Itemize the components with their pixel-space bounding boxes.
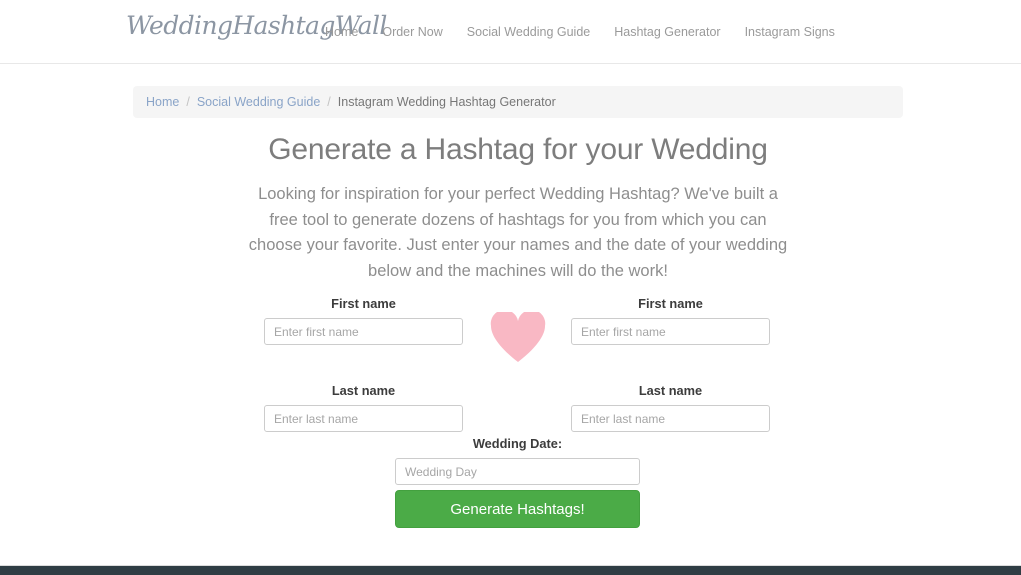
main-content: Generate a Hashtag for your Wedding Look… (133, 130, 903, 284)
nav-item-order-now[interactable]: Order Now (370, 24, 454, 40)
breadcrumb-item-current: Instagram Wedding Hashtag Generator (337, 95, 556, 109)
wedding-date-label: Wedding Date: (472, 436, 563, 451)
breadcrumb-item-home[interactable]: Home (146, 95, 179, 109)
partner-two-first-name-input[interactable] (571, 318, 770, 345)
partner-one-last-name-input[interactable] (264, 405, 463, 432)
partner-one-last-name-field: Last name (264, 383, 463, 432)
partner-one-first-name-input[interactable] (264, 318, 463, 345)
partner-one-first-name-field: First name (264, 296, 463, 345)
site-header: WeddingHashtagWall Home Order Now Social… (0, 0, 1021, 64)
heart-icon (482, 308, 554, 368)
partner-two-column: First name Last name (571, 296, 770, 432)
partner-two-last-name-label: Last name (638, 383, 703, 398)
breadcrumb-item-social-wedding-guide[interactable]: Social Wedding Guide (197, 95, 320, 109)
footer-strip (0, 566, 1021, 575)
partner-two-first-name-field: First name (571, 296, 770, 345)
partner-one-last-name-label: Last name (331, 383, 396, 398)
wedding-date-input[interactable] (395, 458, 640, 485)
partner-two-last-name-input[interactable] (571, 405, 770, 432)
partner-one-column: First name Last name (264, 296, 463, 432)
page-description: Looking for inspiration for your perfect… (248, 185, 788, 280)
breadcrumb: Home / Social Wedding Guide / Instagram … (133, 86, 903, 118)
generate-hashtags-button[interactable]: Generate Hashtags! (395, 490, 640, 528)
breadcrumb-separator: / (186, 95, 190, 109)
nav-item-hashtag-generator[interactable]: Hashtag Generator (602, 24, 732, 40)
page-root: WeddingHashtagWall Home Order Now Social… (0, 0, 1021, 575)
submit-row: Generate Hashtags! (395, 490, 640, 528)
wedding-date-field: Wedding Date: (395, 436, 640, 485)
header-inner: WeddingHashtagWall Home Order Now Social… (0, 0, 1021, 63)
page-title: Generate a Hashtag for your Wedding (268, 133, 768, 166)
main-nav: Home Order Now Social Wedding Guide Hash… (325, 24, 847, 40)
breadcrumb-separator: / (327, 95, 331, 109)
partner-two-last-name-field: Last name (571, 383, 770, 432)
nav-item-home[interactable]: Home (325, 24, 370, 40)
partner-two-first-name-label: First name (638, 296, 703, 311)
partner-one-first-name-label: First name (331, 296, 396, 311)
nav-item-social-wedding-guide[interactable]: Social Wedding Guide (455, 24, 602, 40)
nav-item-instagram-signs[interactable]: Instagram Signs (733, 24, 847, 40)
